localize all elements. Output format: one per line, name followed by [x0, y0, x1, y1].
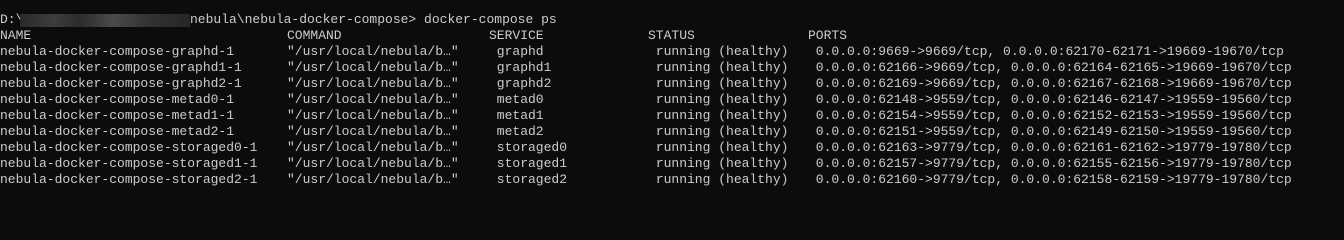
container-service: metad1: [489, 108, 544, 123]
container-status: running (healthy): [648, 124, 789, 139]
container-command: "/usr/local/nebula/b…": [287, 60, 459, 75]
container-command: "/usr/local/nebula/b…": [287, 44, 459, 59]
container-name: nebula-docker-compose-graphd-1: [0, 44, 235, 59]
container-ports: 0.0.0.0:62154->9559/tcp, 0.0.0.0:62152-6…: [808, 108, 1292, 123]
container-command: "/usr/local/nebula/b…": [287, 108, 459, 123]
container-command: "/usr/local/nebula/b…": [287, 92, 459, 107]
header-name: NAME: [0, 28, 32, 43]
container-name: nebula-docker-compose-metad1-1: [0, 108, 235, 123]
typed-command: docker-compose ps: [416, 12, 557, 27]
container-name: nebula-docker-compose-graphd2-1: [0, 76, 242, 91]
table-row: nebula-docker-compose-storaged0-1 "/usr/…: [0, 140, 1292, 156]
container-ports: 0.0.0.0:9669->9669/tcp, 0.0.0.0:62170-62…: [808, 44, 1284, 59]
header-service: SERVICE: [489, 28, 544, 43]
container-ports: 0.0.0.0:62160->9779/tcp, 0.0.0.0:62158-6…: [808, 172, 1292, 187]
container-status: running (healthy): [648, 140, 789, 155]
table-row: nebula-docker-compose-storaged2-1 "/usr/…: [0, 172, 1292, 188]
container-command: "/usr/local/nebula/b…": [287, 124, 459, 139]
container-service: storaged1: [489, 156, 568, 171]
table-row: nebula-docker-compose-graphd2-1 "/usr/lo…: [0, 76, 1292, 92]
container-service: storaged0: [489, 140, 568, 155]
container-command: "/usr/local/nebula/b…": [287, 76, 459, 91]
container-service: graphd1: [489, 60, 552, 75]
container-ports: 0.0.0.0:62157->9779/tcp, 0.0.0.0:62155-6…: [808, 156, 1292, 171]
header-status: STATUS: [648, 28, 695, 43]
container-ports: 0.0.0.0:62166->9669/tcp, 0.0.0.0:62164-6…: [808, 60, 1292, 75]
table-row: nebula-docker-compose-metad1-1 "/usr/loc…: [0, 108, 1292, 124]
container-name: nebula-docker-compose-storaged0-1: [0, 140, 258, 155]
container-service: graphd2: [489, 76, 552, 91]
container-ports: 0.0.0.0:62148->9559/tcp, 0.0.0.0:62146-6…: [808, 92, 1292, 107]
table-row: nebula-docker-compose-graphd-1 "/usr/loc…: [0, 44, 1284, 60]
table-row: nebula-docker-compose-metad2-1 "/usr/loc…: [0, 124, 1292, 140]
container-name: nebula-docker-compose-storaged2-1: [0, 172, 258, 187]
container-ports: 0.0.0.0:62151->9559/tcp, 0.0.0.0:62149-6…: [808, 124, 1292, 139]
prompt-path: nebula\nebula-docker-compose>: [190, 12, 417, 27]
container-command: "/usr/local/nebula/b…": [287, 140, 459, 155]
terminal-window[interactable]: D:\ nebula\nebula-docker-compose> docker…: [0, 0, 1344, 203]
container-service: storaged2: [489, 172, 568, 187]
container-status: running (healthy): [648, 108, 789, 123]
container-status: running (healthy): [648, 92, 789, 107]
table-row: nebula-docker-compose-metad0-1 "/usr/loc…: [0, 92, 1292, 108]
container-name: nebula-docker-compose-metad0-1: [0, 92, 235, 107]
container-status: running (healthy): [648, 60, 789, 75]
prompt-command: nebula\nebula-docker-compose> docker-com…: [190, 12, 557, 28]
table-header: NAME COMMAND SERVICE STATUS PORTS: [0, 28, 847, 44]
container-name: nebula-docker-compose-storaged1-1: [0, 156, 258, 171]
container-command: "/usr/local/nebula/b…": [287, 172, 459, 187]
container-name: nebula-docker-compose-metad2-1: [0, 124, 235, 139]
container-status: running (healthy): [648, 156, 789, 171]
container-service: metad0: [489, 92, 544, 107]
container-service: metad2: [489, 124, 544, 139]
container-name: nebula-docker-compose-graphd1-1: [0, 60, 242, 75]
container-ports: 0.0.0.0:62169->9669/tcp, 0.0.0.0:62167-6…: [808, 76, 1292, 91]
container-command: "/usr/local/nebula/b…": [287, 156, 459, 171]
table-row: nebula-docker-compose-storaged1-1 "/usr/…: [0, 156, 1292, 172]
table-row: nebula-docker-compose-graphd1-1 "/usr/lo…: [0, 60, 1292, 76]
header-ports: PORTS: [808, 28, 848, 43]
container-status: running (healthy): [648, 76, 789, 91]
header-command: COMMAND: [287, 28, 342, 43]
container-status: running (healthy): [648, 44, 789, 59]
command-prompt-line: D:\ nebula\nebula-docker-compose> docker…: [0, 12, 557, 28]
container-status: running (healthy): [648, 172, 789, 187]
container-service: graphd: [489, 44, 544, 59]
redacted-path: [20, 14, 190, 27]
container-ports: 0.0.0.0:62163->9779/tcp, 0.0.0.0:62161-6…: [808, 140, 1292, 155]
